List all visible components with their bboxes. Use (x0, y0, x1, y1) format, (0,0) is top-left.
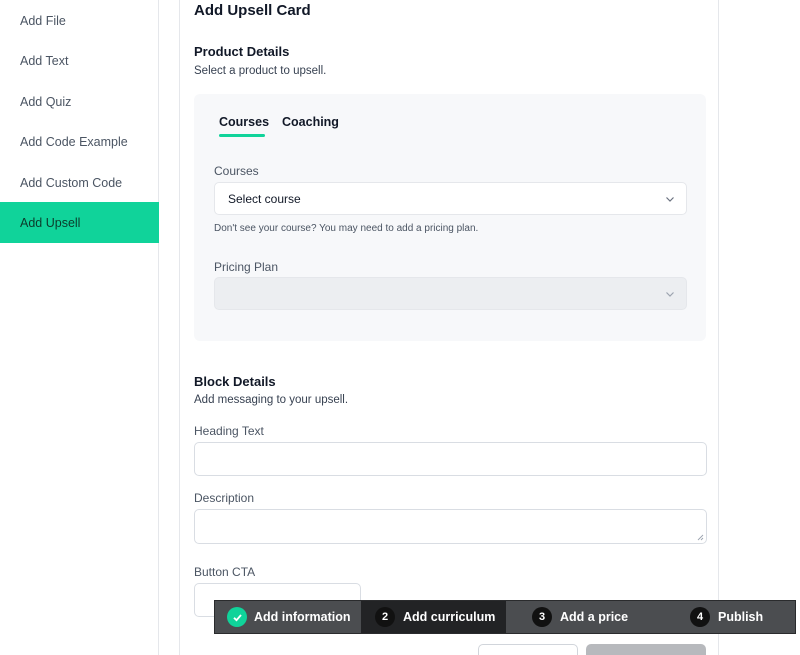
description-label: Description (194, 491, 255, 505)
block-details-subtitle: Add messaging to your upsell. (194, 394, 349, 406)
sidebar-item-add-quiz[interactable]: Add Quiz (0, 81, 159, 122)
sidebar-item-label: Add File (20, 13, 66, 28)
button-cta-label: Button CTA (194, 565, 256, 579)
active-tab-indicator (219, 134, 265, 137)
sidebar-item-add-upsell[interactable]: Add Upsell (0, 202, 159, 243)
block-details-title: Block Details (194, 374, 276, 389)
page-title: Add Upsell Card (194, 2, 311, 19)
course-hint: Don't see your course? You may need to a… (214, 223, 479, 234)
tab-courses[interactable]: Courses (219, 115, 269, 129)
chevron-down-icon (666, 197, 674, 202)
sidebar-item-label: Add Quiz (20, 94, 72, 109)
sidebar-item-add-file[interactable]: Add File (0, 0, 159, 41)
heading-text-input[interactable] (194, 442, 707, 476)
description-textarea[interactable] (194, 509, 707, 544)
check-circle-icon (227, 607, 247, 627)
resize-handle-icon[interactable] (697, 534, 704, 541)
step-number: 3 (532, 607, 552, 627)
step-label: Add information (254, 610, 351, 624)
pricing-plan-label: Pricing Plan (214, 260, 279, 274)
sidebar-item-label: Add Text (20, 53, 69, 68)
step-label: Publish (718, 610, 764, 624)
product-selector-panel: Courses Coaching Courses Select course D… (194, 94, 706, 341)
chevron-down-icon (666, 292, 674, 297)
courses-label: Courses (214, 164, 259, 178)
pricing-plan-select[interactable] (214, 277, 687, 310)
main-content: Add Upsell Card Product Details Select a… (159, 0, 800, 655)
course-select-value: Select course (228, 191, 301, 206)
save-button[interactable] (586, 644, 706, 655)
step-add-a-price[interactable]: 3 Add a price (506, 601, 662, 633)
step-label: Add curriculum (403, 610, 496, 624)
step-number: 2 (375, 607, 395, 627)
sidebar-item-add-code-example[interactable]: Add Code Example (0, 121, 159, 162)
sidebar-item-label: Add Upsell (20, 215, 81, 230)
step-number: 4 (690, 607, 710, 627)
heading-text-label: Heading Text (194, 424, 264, 438)
sidebar-item-label: Add Code Example (20, 134, 128, 149)
sidebar-item-add-custom-code[interactable]: Add Custom Code (0, 162, 159, 203)
product-details-subtitle: Select a product to upsell. (194, 65, 327, 77)
course-select[interactable]: Select course (214, 182, 687, 215)
cancel-button[interactable] (478, 644, 578, 655)
step-publish[interactable]: 4 Publish (662, 601, 795, 633)
progress-stepper: Add information 2 Add curriculum 3 Add a… (214, 600, 796, 634)
sidebar-item-label: Add Custom Code (20, 175, 123, 190)
tab-coaching[interactable]: Coaching (282, 115, 339, 129)
sidebar-item-add-text[interactable]: Add Text (0, 40, 159, 81)
step-label: Add a price (560, 610, 629, 624)
upsell-card-form: Add Upsell Card Product Details Select a… (179, 0, 719, 655)
sidebar: Add File Add Text Add Quiz Add Code Exam… (0, 0, 159, 655)
product-details-title: Product Details (194, 44, 290, 59)
step-add-curriculum[interactable]: 2 Add curriculum (361, 601, 506, 633)
step-add-information[interactable]: Add information (215, 601, 361, 633)
